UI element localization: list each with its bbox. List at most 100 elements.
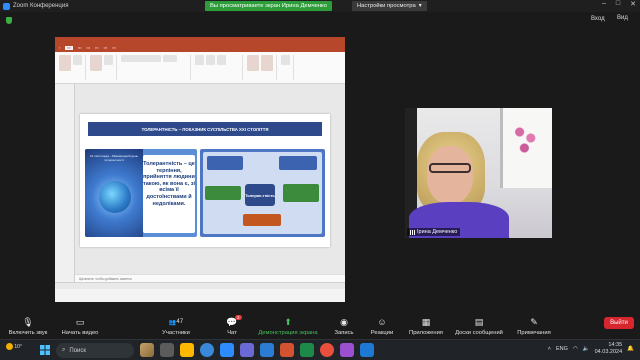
whiteboard-icon: ▤ bbox=[474, 316, 484, 327]
slide-header: ТОЛЕРАНТНІСТЬ – ПОКАЗНИК СУСПІЛЬСТВА XXI… bbox=[88, 122, 322, 136]
chrome-icon[interactable] bbox=[320, 343, 334, 357]
word-icon[interactable] bbox=[260, 343, 274, 357]
language-indicator[interactable]: ENG bbox=[556, 346, 568, 352]
whiteboards-button[interactable]: ▤ Доски сообщений bbox=[451, 312, 507, 338]
ppt-tab[interactable]: ▪▪▪ bbox=[86, 46, 90, 50]
share-notice-banner: Вы просматриваете экран Ирина Демченко bbox=[205, 1, 332, 11]
start-video-label: Начать видео bbox=[61, 330, 99, 336]
window-titlebar: Zoom Конференция Вы просматриваете экран… bbox=[0, 0, 640, 12]
ribbon-button[interactable] bbox=[206, 55, 215, 65]
excel-icon[interactable] bbox=[300, 343, 314, 357]
globe-hands-image: 16 листопада – Міжнародний день толерант… bbox=[85, 149, 143, 237]
chat-button[interactable]: 💬 2 Чат bbox=[222, 312, 242, 338]
task-view-icon[interactable] bbox=[160, 343, 174, 357]
paste-button[interactable] bbox=[59, 55, 71, 71]
notes-button[interactable]: ✎ Примечания bbox=[514, 312, 554, 338]
reactions-button[interactable]: ☺ Реакции bbox=[368, 312, 396, 338]
app-title-group: Zoom Конференция bbox=[0, 2, 69, 10]
slide-canvas[interactable]: ТОЛЕРАНТНІСТЬ – ПОКАЗНИК СУСПІЛЬСТВА XXI… bbox=[80, 114, 330, 247]
ppt-tab[interactable]: ▪▪▪ bbox=[112, 46, 116, 50]
volume-icon[interactable]: 🔈 bbox=[583, 346, 590, 352]
ribbon-button[interactable] bbox=[195, 55, 204, 65]
record-label: Запись bbox=[334, 330, 354, 336]
chat-icon: 💬 2 bbox=[226, 315, 242, 327]
font-size-select[interactable] bbox=[163, 55, 177, 62]
unmute-button[interactable]: 🎙 Включить звук bbox=[4, 312, 52, 338]
sun-icon bbox=[6, 343, 13, 350]
ribbon-button[interactable] bbox=[73, 55, 82, 65]
viber-icon[interactable] bbox=[340, 343, 354, 357]
taskbar-app-icon[interactable] bbox=[140, 343, 154, 357]
meeting-toolbar: 🎙 Включить звук ▭ Начать видео 👥 47 Участ… bbox=[0, 312, 640, 338]
clock[interactable]: 14:35 04.03.2024 bbox=[595, 342, 623, 356]
apps-icon: ▦ bbox=[421, 316, 431, 327]
ppt-workspace: ТОЛЕРАНТНІСТЬ – ПОКАЗНИК СУСПІЛЬСТВА XXI… bbox=[55, 84, 345, 289]
ppt-ribbon bbox=[55, 52, 345, 84]
find-button[interactable] bbox=[281, 55, 290, 65]
minimize-icon[interactable]: – bbox=[602, 0, 606, 8]
search-icon: ⌕ bbox=[62, 347, 66, 353]
enter-label: Вход bbox=[591, 16, 605, 22]
ppt-statusbar bbox=[55, 282, 345, 289]
window-title: Zoom Конференция bbox=[13, 3, 69, 9]
notes-label: Примечания bbox=[517, 330, 551, 336]
participants-button[interactable]: 👥 47 Участники bbox=[158, 312, 194, 338]
view-options-button[interactable]: Настройки просмотра ▾ bbox=[352, 1, 427, 11]
slide-left-panel: 16 листопада – Міжнародний день толерант… bbox=[85, 149, 197, 237]
windows-start-icon[interactable] bbox=[40, 345, 50, 355]
mail-icon[interactable] bbox=[360, 343, 374, 357]
encryption-shield-icon[interactable] bbox=[6, 17, 12, 24]
whiteboards-label: Доски сообщений bbox=[455, 330, 503, 336]
participant-name-label: Ірина Демченко bbox=[407, 228, 461, 236]
zoom-logo-icon bbox=[3, 2, 10, 10]
definition-text: Толерантність – це терпіння, прийняття л… bbox=[143, 155, 195, 233]
ribbon-button[interactable] bbox=[217, 55, 226, 65]
taskbar-apps bbox=[140, 343, 374, 357]
diagram-node bbox=[279, 156, 317, 170]
leave-button[interactable]: Выйти bbox=[604, 317, 634, 329]
participant-image bbox=[427, 146, 473, 204]
clock-time: 14:35 bbox=[608, 342, 623, 348]
arrange-button[interactable] bbox=[261, 55, 273, 71]
teams-icon[interactable] bbox=[240, 343, 254, 357]
zoom-app-icon[interactable] bbox=[220, 343, 234, 357]
powerpoint-icon[interactable] bbox=[280, 343, 294, 357]
file-explorer-icon[interactable] bbox=[180, 343, 194, 357]
ppt-tab[interactable]: ▪ bbox=[59, 46, 60, 50]
ribbon-group bbox=[59, 55, 86, 80]
ribbon-button[interactable] bbox=[104, 55, 113, 65]
weather-widget[interactable]: 10° bbox=[6, 343, 22, 350]
view-button[interactable]: Вид bbox=[617, 15, 628, 21]
notes-icon: ✎ bbox=[530, 316, 538, 327]
ppt-tab-active[interactable]: ▪▪▪ bbox=[65, 46, 73, 50]
notifications-icon[interactable]: 🔔 bbox=[627, 346, 634, 352]
browser-icon[interactable] bbox=[200, 343, 214, 357]
wifi-icon[interactable]: ◠ bbox=[573, 346, 578, 352]
ribbon-group-editing bbox=[281, 55, 294, 80]
shapes-button[interactable] bbox=[247, 55, 259, 71]
participant-video-tile[interactable]: Ірина Демченко bbox=[405, 108, 552, 238]
share-screen-button[interactable]: ⬆ Демонстрация экрана bbox=[255, 312, 321, 338]
font-select[interactable] bbox=[121, 55, 161, 62]
taskbar-search[interactable]: ⌕ Поиск bbox=[56, 343, 134, 358]
apps-button[interactable]: ▦ Приложения bbox=[405, 312, 447, 338]
reactions-label: Реакции bbox=[370, 330, 394, 336]
notes-pane[interactable]: Щелкните, чтобы добавить заметки bbox=[75, 274, 345, 282]
chevron-up-icon[interactable]: ˄ bbox=[548, 346, 551, 352]
ppt-tab[interactable]: ▪▪▪ bbox=[95, 46, 99, 50]
maximize-icon[interactable]: □ bbox=[616, 0, 620, 8]
new-slide-button[interactable] bbox=[90, 55, 102, 71]
participants-label: Участники bbox=[162, 330, 190, 336]
close-icon[interactable]: ✕ bbox=[630, 0, 636, 8]
enter-button[interactable]: Вход bbox=[591, 16, 605, 22]
slide-thumbnails[interactable] bbox=[55, 84, 75, 289]
camera-off-icon: ▭ bbox=[75, 316, 85, 327]
chat-badge: 2 bbox=[235, 315, 242, 320]
record-button[interactable]: ◉ Запись bbox=[332, 312, 356, 338]
diagram-background: Толеран-тність bbox=[203, 152, 322, 234]
start-video-button[interactable]: ▭ Начать видео bbox=[58, 312, 102, 338]
ppt-tab[interactable]: ▪▪▪ bbox=[78, 46, 82, 50]
ppt-tab[interactable]: ▪▪▪ bbox=[104, 46, 108, 50]
participants-icon: 👥 47 bbox=[168, 319, 184, 326]
share-screen-label: Демонстрация экрана bbox=[258, 330, 318, 336]
